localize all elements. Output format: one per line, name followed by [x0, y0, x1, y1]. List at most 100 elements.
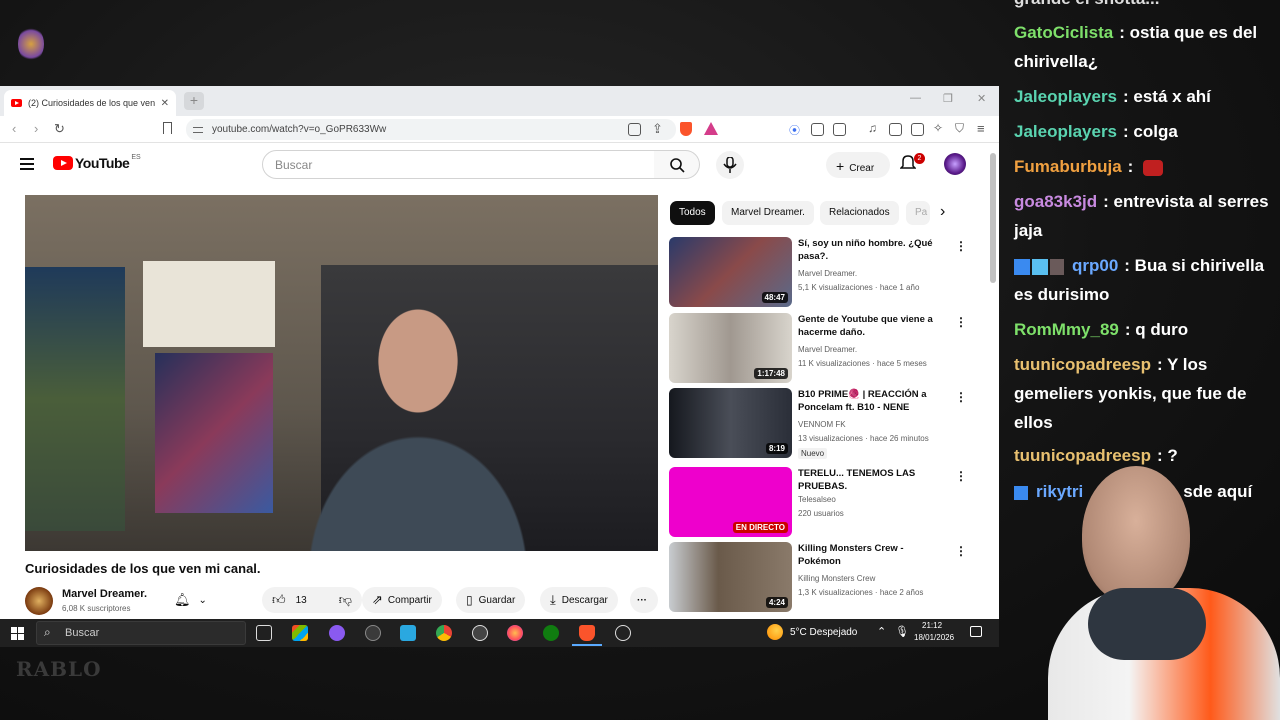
music-icon[interactable]: ♫ — [868, 121, 877, 135]
rec-channel[interactable]: Marvel Dreamer. — [798, 345, 857, 354]
rec-thumbnail[interactable]: 48:47 — [669, 237, 792, 307]
rec-more-icon[interactable]: ⋮ — [955, 469, 967, 483]
media-player-icon[interactable] — [472, 625, 488, 641]
region-code: ES — [131, 153, 141, 161]
download-label: Descargar — [561, 594, 608, 606]
recommendation-item[interactable]: 1:17:48 Gente de Youtube que viene a hac… — [669, 313, 969, 383]
save-button[interactable]: ▯ Guardar — [456, 587, 526, 613]
obs-icon[interactable] — [615, 625, 631, 641]
chip-todos[interactable]: Todos — [670, 201, 715, 225]
new-tab-button[interactable]: + — [184, 92, 204, 110]
rec-channel[interactable]: Telesalseo — [798, 495, 836, 504]
rec-thumbnail[interactable]: 1:17:48 — [669, 313, 792, 383]
sidebar-icon[interactable] — [889, 123, 902, 136]
leo-icon[interactable]: ⦿ — [789, 122, 800, 138]
notification-center-icon[interactable] — [970, 626, 982, 637]
rec-channel[interactable]: Marvel Dreamer. — [798, 269, 857, 278]
rec-more-icon[interactable]: ⋮ — [955, 315, 967, 329]
back-icon[interactable]: ‹ — [12, 121, 16, 136]
brave-rewards-icon[interactable] — [704, 122, 718, 135]
webcam-overlay — [1040, 460, 1280, 720]
user-avatar[interactable] — [944, 153, 966, 175]
hamburger-menu-icon[interactable] — [20, 158, 34, 173]
close-tab-icon[interactable]: ✕ — [161, 98, 169, 109]
channel-name[interactable]: Marvel Dreamer. — [62, 588, 147, 600]
rec-thumbnail[interactable]: 8:19 — [669, 388, 792, 458]
recommendation-item[interactable]: EN DIRECTO TERELU... TENEMOS LAS PRUEBAS… — [669, 467, 969, 537]
reading-icon[interactable] — [911, 123, 924, 136]
subscribe-bell-button[interactable]: 🔔︎ ⌄ — [170, 587, 211, 613]
thumbs-down-icon[interactable]: 👎︎ — [339, 592, 352, 608]
rec-title[interactable]: Sí, soy un niño hombre. ¿Qué pasa?. — [798, 237, 938, 263]
recommendation-item[interactable]: 48:47 Sí, soy un niño hombre. ¿Qué pasa?… — [669, 237, 969, 307]
voice-search-button[interactable] — [716, 151, 744, 179]
minimize-icon[interactable]: — — [910, 92, 921, 104]
rec-channel[interactable]: VENNOM FK — [798, 420, 846, 429]
download-button[interactable]: ⤓ Descargar — [540, 587, 618, 613]
chrome-icon[interactable] — [436, 625, 452, 641]
chevron-right-icon[interactable]: › — [940, 203, 945, 221]
close-window-icon[interactable]: ✕ — [977, 92, 986, 105]
rec-thumbnail[interactable]: EN DIRECTO — [669, 467, 792, 537]
create-button[interactable]: + Crear — [826, 152, 890, 178]
clock-date[interactable]: 18/01/2026 — [914, 633, 954, 642]
app-icon-3[interactable] — [400, 625, 416, 641]
task-view-icon[interactable] — [256, 625, 272, 641]
xbox-icon[interactable] — [543, 625, 559, 641]
chat-message: RomMmy_89: q duro — [1014, 315, 1280, 344]
store-icon[interactable] — [292, 625, 308, 641]
chip-channel[interactable]: Marvel Dreamer. — [722, 201, 814, 225]
tab-youtube[interactable]: (2) Curiosidades de los que ven ✕ — [4, 90, 176, 116]
chip-partial[interactable]: Pa — [906, 201, 930, 225]
brave-icon[interactable] — [579, 625, 595, 641]
taskbar-search[interactable]: Buscar — [36, 621, 246, 645]
mic-tray-icon[interactable]: 🎙︎ — [895, 625, 909, 638]
vpn-icon[interactable]: ⛉ — [955, 121, 964, 136]
maximize-icon[interactable]: ❐ — [943, 92, 953, 105]
more-actions-button[interactable]: ··· — [630, 587, 658, 613]
like-button[interactable]: 👍︎ 13 👎︎ — [262, 587, 362, 613]
bookmark-icon[interactable] — [163, 122, 172, 134]
screenshot-icon[interactable] — [833, 123, 846, 136]
rec-channel[interactable]: Killing Monsters Crew — [798, 574, 875, 583]
app-icon-1[interactable] — [329, 625, 345, 641]
url-field[interactable]: youtube.com/watch?v=o_GoPR633Ww — [186, 119, 676, 140]
channel-avatar[interactable] — [25, 587, 53, 615]
share-icon[interactable]: ⇪ — [652, 121, 663, 137]
menu-icon[interactable]: ≡ — [977, 121, 985, 136]
app-icon-2[interactable] — [365, 625, 381, 641]
rec-more-icon[interactable]: ⋮ — [955, 544, 967, 558]
youtube-logo[interactable]: YouTube ES — [53, 153, 141, 171]
cast-icon[interactable] — [628, 123, 641, 136]
recommendation-item[interactable]: 4:24 Killing Monsters Crew - Pokémon Kil… — [669, 542, 969, 612]
site-info-icon[interactable] — [193, 127, 203, 133]
rec-more-icon[interactable]: ⋮ — [955, 239, 967, 253]
video-player[interactable] — [25, 195, 658, 551]
rec-title[interactable]: TERELU... TENEMOS LAS PRUEBAS. — [798, 467, 938, 493]
rec-title[interactable]: Killing Monsters Crew - Pokémon — [798, 542, 938, 568]
tray-chevron-icon[interactable]: ⌃ — [877, 625, 886, 638]
rec-thumbnail[interactable]: 4:24 — [669, 542, 792, 612]
rec-title[interactable]: Gente de Youtube que viene a hacerme dañ… — [798, 313, 938, 339]
rec-more-icon[interactable]: ⋮ — [955, 390, 967, 404]
rec-duration: 4:24 — [765, 597, 788, 608]
recommendation-item[interactable]: 8:19 B10 PRIME🧶 | REACCIÓN a Poncelam ft… — [669, 388, 969, 459]
extensions-icon[interactable] — [811, 123, 824, 136]
share-button[interactable]: ⇗ Compartir — [362, 587, 442, 613]
rec-title[interactable]: B10 PRIME🧶 | REACCIÓN a Poncelam ft. B10… — [798, 388, 938, 414]
brave-shield-icon[interactable] — [680, 122, 692, 136]
search-button[interactable] — [654, 150, 700, 179]
clock-time[interactable]: 21:12 — [922, 621, 942, 630]
chat-username: Jaleoplayers — [1014, 122, 1118, 141]
reload-icon[interactable]: ↻ — [54, 121, 65, 137]
chip-related[interactable]: Relacionados — [820, 201, 899, 225]
search-input[interactable]: Buscar — [262, 150, 655, 179]
firefox-icon[interactable] — [507, 625, 523, 641]
weather-text[interactable]: 5°C Despejado — [790, 627, 857, 638]
page-scrollbar[interactable] — [990, 153, 996, 283]
chat-message: tuunicopadreesp: Y los gemeliers yonkis,… — [1014, 350, 1280, 437]
windows-start-icon[interactable] — [11, 627, 24, 640]
forward-icon[interactable]: › — [34, 121, 38, 136]
rec-meta: 1,3 K visualizaciones · hace 2 años — [798, 588, 924, 597]
ai-icon[interactable]: ✧ — [933, 121, 943, 135]
